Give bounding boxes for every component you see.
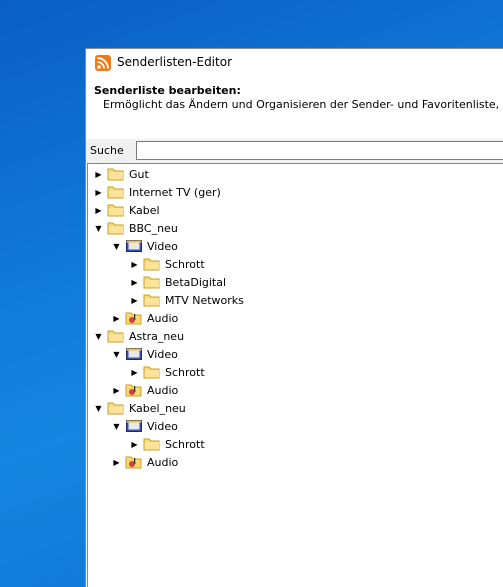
folder-icon [107, 401, 125, 415]
tree-node-label: Video [147, 347, 178, 361]
expand-arrow-icon[interactable]: ▶ [111, 309, 122, 327]
tree-node-label: Audio [147, 383, 179, 397]
video-icon [125, 239, 143, 253]
window-title: Senderlisten-Editor [117, 55, 232, 69]
audio-icon [125, 311, 143, 325]
tree-node[interactable]: ▶ Audio [111, 309, 178, 327]
header-title: Senderliste bearbeiten: [94, 84, 241, 97]
tree-node[interactable]: ▶ MTV Networks [129, 291, 244, 309]
tree-node-label: Video [147, 419, 178, 433]
collapse-arrow-icon[interactable]: ▼ [111, 237, 122, 255]
tree-node[interactable]: ▶ Audio [111, 381, 178, 399]
expand-arrow-icon[interactable]: ▶ [129, 273, 140, 291]
editor-body: Suche ▶ Gut ▶ Internet TV (ger) ▶ Kabel ▼ BBC_n… [86, 139, 503, 587]
tree-node-label: Video [147, 239, 178, 253]
search-input[interactable] [136, 141, 503, 160]
tree-node-label: Internet TV (ger) [129, 185, 221, 199]
expand-arrow-icon[interactable]: ▶ [129, 255, 140, 273]
expand-arrow-icon[interactable]: ▶ [129, 363, 140, 381]
folder-icon [107, 203, 125, 217]
tree-node-label: BetaDigital [165, 275, 227, 289]
folder-icon [107, 329, 125, 343]
tree-node[interactable]: ▶ Internet TV (ger) [93, 183, 221, 201]
tree-node[interactable]: ▼ Video [111, 345, 178, 363]
folder-icon [143, 257, 161, 271]
channel-tree[interactable]: ▶ Gut ▶ Internet TV (ger) ▶ Kabel ▼ BBC_neu ▼ Vid… [87, 163, 503, 587]
folder-icon [143, 275, 161, 289]
collapse-arrow-icon[interactable]: ▼ [93, 219, 104, 237]
expand-arrow-icon[interactable]: ▶ [111, 381, 122, 399]
expand-arrow-icon[interactable]: ▶ [129, 435, 140, 453]
tree-node-label: Schrott [165, 257, 205, 271]
tree-node-label: Gut [129, 167, 149, 181]
folder-icon [143, 437, 161, 451]
collapse-arrow-icon[interactable]: ▼ [111, 345, 122, 363]
senderlisten-editor-window: Senderlisten-Editor Senderliste bearbeit… [85, 48, 503, 587]
tree-node[interactable]: ▶ Audio [111, 453, 178, 471]
tree-node-label: Kabel [129, 203, 160, 217]
tree-node[interactable]: ▼ Astra_neu [93, 327, 184, 345]
tree-node-label: Audio [147, 455, 179, 469]
tree-node[interactable]: ▶ Kabel [93, 201, 160, 219]
expand-arrow-icon[interactable]: ▶ [93, 201, 104, 219]
folder-icon [143, 293, 161, 307]
tree-node[interactable]: ▼ Video [111, 417, 178, 435]
title-bar[interactable]: Senderlisten-Editor [86, 49, 503, 77]
tree-node[interactable]: ▶ Schrott [129, 363, 205, 381]
expand-arrow-icon[interactable]: ▶ [111, 453, 122, 471]
folder-icon [143, 365, 161, 379]
rss-app-icon [95, 55, 111, 71]
tree-node[interactable]: ▶ Schrott [129, 435, 205, 453]
tree-node-label: MTV Networks [165, 293, 244, 307]
collapse-arrow-icon[interactable]: ▼ [93, 399, 104, 417]
tree-node[interactable]: ▼ BBC_neu [93, 219, 178, 237]
dialog-header: Senderliste bearbeiten: Ermöglicht das Ä… [86, 77, 503, 140]
tree-node[interactable]: ▼ Video [111, 237, 178, 255]
collapse-arrow-icon[interactable]: ▼ [93, 327, 104, 345]
tree-node-label: Kabel_neu [129, 401, 186, 415]
expand-arrow-icon[interactable]: ▶ [93, 165, 104, 183]
tree-node-label: Astra_neu [129, 329, 185, 343]
tree-node-label: Schrott [165, 365, 205, 379]
audio-icon [125, 383, 143, 397]
tree-node-label: BBC_neu [129, 221, 178, 235]
video-icon [125, 419, 143, 433]
folder-icon [107, 185, 125, 199]
folder-icon [107, 221, 125, 235]
tree-node[interactable]: ▼ Kabel_neu [93, 399, 186, 417]
expand-arrow-icon[interactable]: ▶ [129, 291, 140, 309]
tree-node[interactable]: ▶ Schrott [129, 255, 205, 273]
tree-node-label: Schrott [165, 437, 205, 451]
tree-node[interactable]: ▶ BetaDigital [129, 273, 226, 291]
collapse-arrow-icon[interactable]: ▼ [111, 417, 122, 435]
search-label: Suche [90, 144, 124, 157]
folder-icon [107, 167, 125, 181]
expand-arrow-icon[interactable]: ▶ [93, 183, 104, 201]
tree-node[interactable]: ▶ Gut [93, 165, 149, 183]
video-icon [125, 347, 143, 361]
tree-node-label: Audio [147, 311, 179, 325]
audio-icon [125, 455, 143, 469]
header-description: Ermöglicht das Ändern und Organisieren d… [103, 98, 503, 111]
